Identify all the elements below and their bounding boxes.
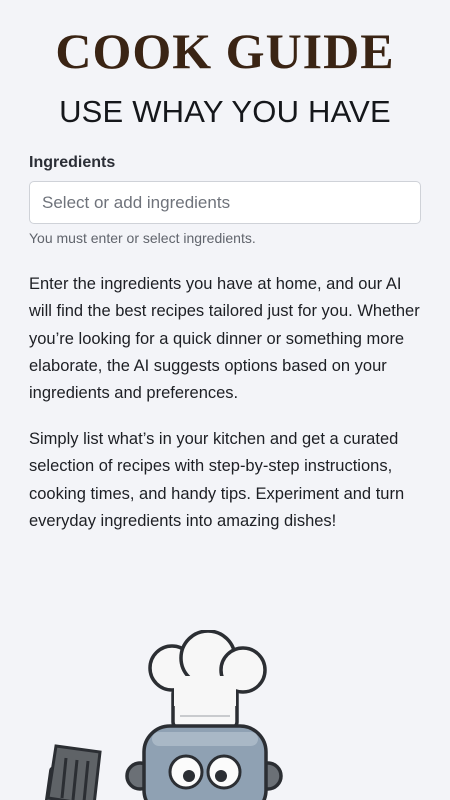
chef-hat-icon — [148, 630, 267, 730]
description-paragraph-2: Simply list what’s in your kitchen and g… — [29, 430, 405, 530]
app-logo: COOK GUIDE — [55, 23, 395, 79]
ingredients-input[interactable] — [29, 181, 421, 224]
robot-head — [125, 724, 283, 800]
page-subtitle: USE WHAY YOU HAVE — [59, 94, 391, 129]
robot-chef-icon — [44, 630, 283, 800]
description-paragraph-1: Enter the ingredients you have at home, … — [29, 275, 420, 403]
ingredients-label: Ingredients — [29, 154, 116, 171]
ingredients-helper-text: You must enter or select ingredients. — [29, 230, 256, 246]
spatula-icon — [44, 744, 102, 800]
